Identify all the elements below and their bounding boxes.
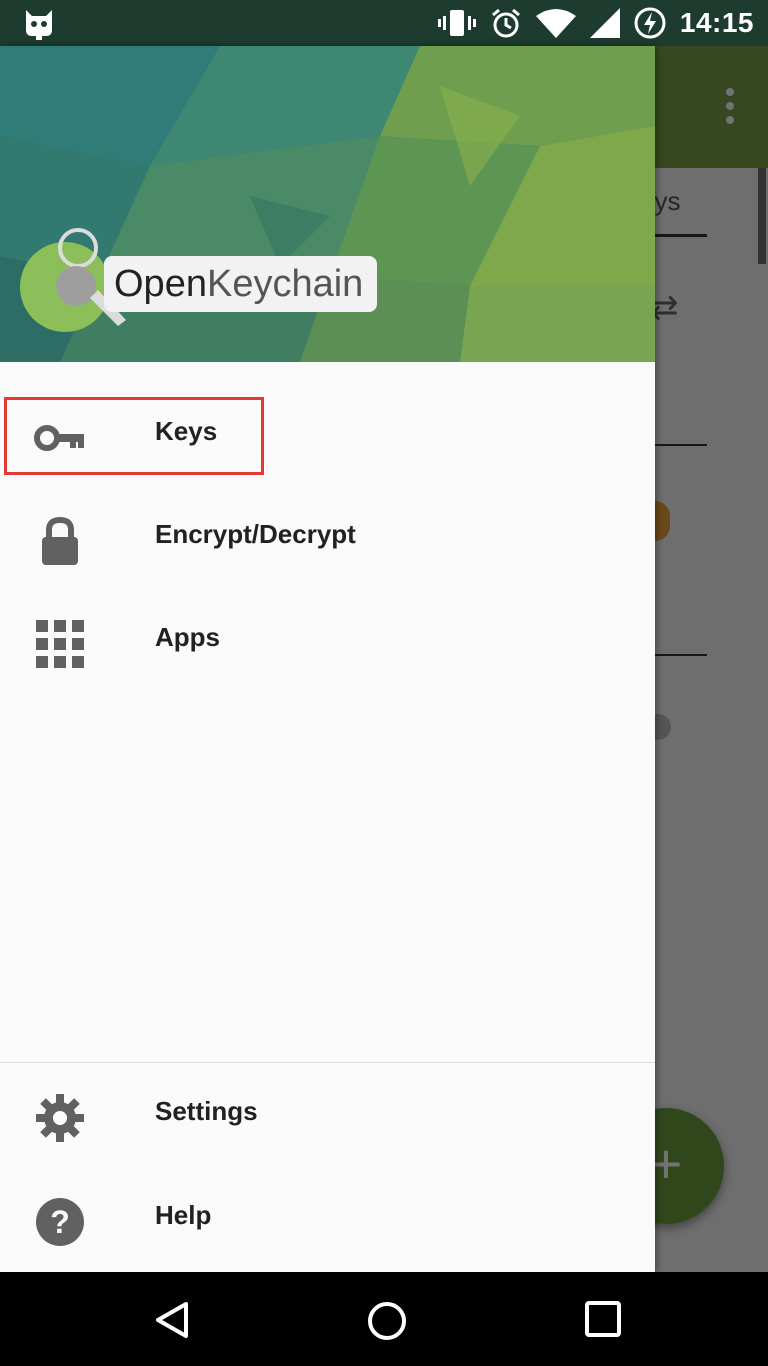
- drawer-header: Open Keychain: [0, 46, 655, 362]
- wifi-icon: [535, 8, 576, 38]
- nav-label-help: Help: [155, 1200, 212, 1230]
- apps-grid-icon: [34, 618, 86, 670]
- nav-label-apps: Apps: [155, 622, 220, 652]
- vibrate-icon: [437, 8, 476, 38]
- scrollbar: [758, 168, 766, 264]
- drawer-divider: [0, 1062, 655, 1063]
- status-time: 14:15: [679, 7, 754, 38]
- gear-icon: [34, 1092, 86, 1144]
- svg-text:?: ?: [50, 1204, 70, 1240]
- home-button[interactable]: [366, 1300, 408, 1347]
- nav-label-settings: Settings: [155, 1096, 258, 1126]
- recents-button[interactable]: [584, 1300, 622, 1343]
- nav-item-help[interactable]: ? Help: [0, 1170, 655, 1270]
- logo-wordmark: Open Keychain: [104, 256, 378, 312]
- signal-icon: [589, 8, 620, 38]
- selection-highlight-box: [4, 397, 264, 475]
- logo-text-open: Open: [114, 262, 207, 305]
- battery-charging-icon: [634, 7, 666, 39]
- nav-item-encrypt-decrypt[interactable]: Encrypt/Decrypt: [0, 489, 655, 589]
- help-icon: ?: [34, 1196, 86, 1248]
- nav-item-apps[interactable]: Apps: [0, 592, 655, 692]
- lock-icon: [34, 515, 86, 567]
- navigation-drawer: OpenKeychain Keys Encrypt/Decrypt Apps: [0, 46, 655, 1272]
- system-nav-bar: [0, 1272, 768, 1366]
- nav-label-encrypt-decrypt: Encrypt/Decrypt: [155, 519, 356, 549]
- back-button[interactable]: [152, 1300, 192, 1345]
- nav-item-settings[interactable]: Settings: [0, 1066, 655, 1166]
- status-bar: 14:15: [0, 0, 768, 46]
- cyanogen-bot-icon: [22, 6, 56, 40]
- alarm-icon: [490, 7, 522, 39]
- openkeychain-logo: Open Keychain: [20, 226, 400, 346]
- logo-text-keychain: Keychain: [206, 262, 364, 305]
